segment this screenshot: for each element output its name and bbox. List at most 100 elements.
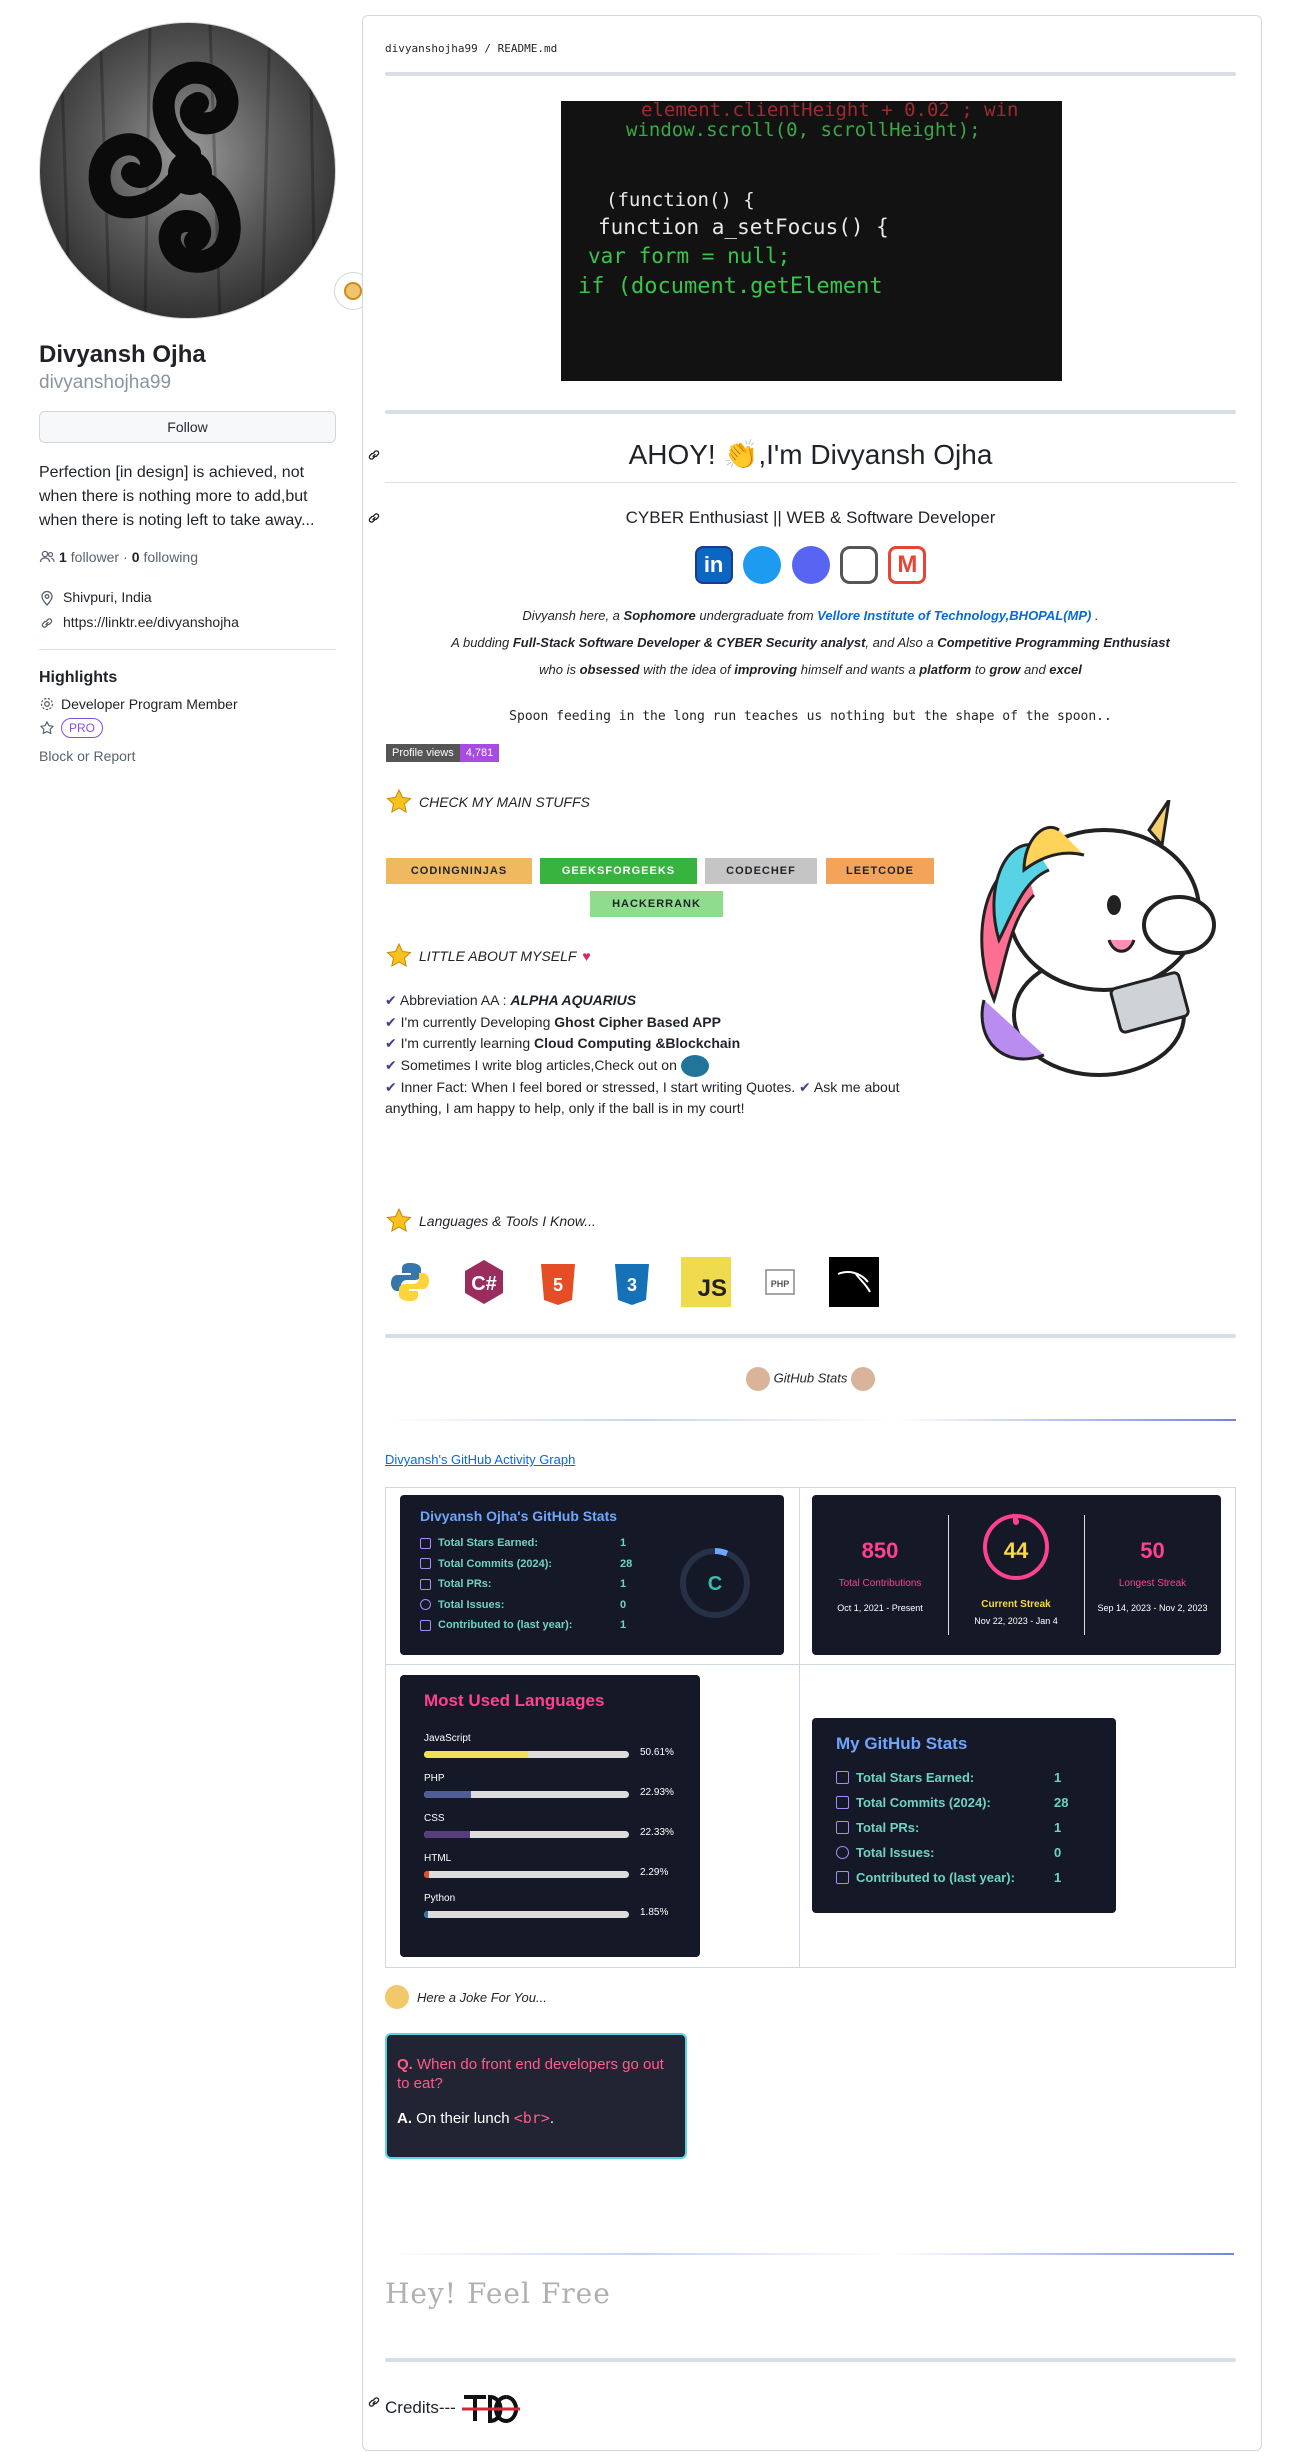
stat-row: Total PRs: 1: [836, 1820, 1106, 1835]
stat-row: Contributed to (last year): 1: [836, 1870, 1106, 1885]
code-line: (function() {: [606, 189, 755, 211]
location-icon: [41, 590, 53, 606]
discord-icon[interactable]: [791, 546, 830, 584]
stat-icon: [420, 1537, 431, 1549]
language-name: PHP: [424, 1773, 445, 1784]
breadcrumb-file[interactable]: README.md: [498, 42, 558, 55]
language-bar-fill: [424, 1831, 470, 1838]
vit-link[interactable]: Vellore Institute of Technology,BHOPAL(M…: [817, 608, 1091, 623]
stat-label: Total Stars Earned:: [856, 1770, 975, 1785]
code-line: element.clientHeight + 0.02 ; win: [641, 101, 1019, 121]
php-icon: PHP: [755, 1257, 805, 1307]
followers-count[interactable]: 1: [59, 549, 67, 565]
following-count[interactable]: 0: [132, 549, 140, 565]
stat-label: Total PRs:: [438, 1578, 492, 1590]
main-stuffs-heading: CHECK MY MAIN STUFFS: [385, 788, 590, 816]
language-bar-fill: [424, 1871, 429, 1878]
list-item: ✔ I'm currently Developing Ghost Cipher …: [385, 1013, 721, 1030]
stat-icon: [836, 1846, 849, 1859]
language-name: Python: [424, 1893, 456, 1904]
gradient-divider: [385, 2253, 1234, 2255]
language-bar-fill: [424, 1911, 429, 1918]
css-icon: 3: [607, 1257, 657, 1307]
my-github-stats-card[interactable]: My GitHub Stats Total Stars Earned: 1 Tota…: [812, 1718, 1116, 1913]
stat-value: 1: [620, 1578, 627, 1590]
stat-icon: [420, 1599, 431, 1610]
language-bar-track: [424, 1831, 629, 1838]
codingninjas-badge[interactable]: CODINGNINJAS: [386, 858, 532, 884]
intro-text: Divyansh here, a Sophomore undergraduate…: [385, 602, 1236, 683]
code-banner-image: element.clientHeight + 0.02 ; win window…: [561, 101, 1062, 381]
heart-icon: ♥: [582, 948, 591, 964]
longest-streak: 50: [1140, 1538, 1165, 1563]
credits-logo: [461, 2394, 520, 2424]
highlights-title: Highlights: [39, 669, 118, 686]
svg-text:PHP: PHP: [771, 1279, 790, 1289]
block-report-link[interactable]: Block or Report: [39, 748, 336, 764]
highlight-pro[interactable]: PRO: [39, 718, 336, 738]
star-face-icon: [386, 1207, 412, 1232]
gmail-icon[interactable]: M: [888, 546, 927, 584]
stat-row: Contributed to (last year): 1: [420, 1619, 680, 1631]
hackerrank-badge[interactable]: HACKERRANK: [590, 891, 723, 917]
link-icon: [41, 617, 53, 628]
location-row: Shivpuri, India: [39, 585, 336, 610]
html-icon: 5: [533, 1257, 583, 1307]
stats-card-title: Divyansh Ojha's GitHub Stats: [420, 1508, 618, 1524]
anchor-link-icon[interactable]: [366, 2394, 382, 2410]
current-streak: 44: [1003, 1538, 1029, 1563]
breadcrumb-user[interactable]: divyanshojha99: [385, 42, 478, 55]
stat-value: 28: [620, 1557, 633, 1570]
followers-label[interactable]: follower: [71, 549, 119, 565]
website-link[interactable]: https://linktr.ee/divyanshojha: [63, 610, 239, 635]
python-icon: [385, 1257, 435, 1307]
language-percent: 2.29%: [640, 1867, 669, 1878]
hey-feel-free-text: Hey! Feel Free: [385, 2277, 611, 2310]
follow-button[interactable]: Follow: [39, 411, 336, 443]
stat-value: 1: [1054, 1770, 1062, 1785]
linkedin-icon[interactable]: in: [694, 546, 733, 584]
profile-sidebar: Divyansh Ojha divyanshojha99 Follow Perf…: [39, 22, 372, 764]
gear-icon: [40, 697, 54, 711]
instagram-icon[interactable]: [839, 546, 878, 584]
language-bar-track: [424, 1751, 629, 1758]
list-item: ✔ I'm currently learning Cloud Computing…: [385, 1035, 741, 1051]
language-name: HTML: [424, 1853, 452, 1864]
code-line: var form = null;: [588, 244, 791, 268]
highlight-developer[interactable]: Developer Program Member: [39, 696, 336, 712]
streak-stats-card[interactable]: 850 Total Contributions Oct 1, 2021 - Pr…: [812, 1495, 1221, 1655]
language-percent: 22.33%: [640, 1827, 674, 1838]
wordpress-icon[interactable]: [680, 1054, 709, 1077]
about-list: ✔ Abbreviation AA : ALPHA AQUARIUS ✔ I'm…: [385, 990, 925, 1120]
language-name: JavaScript: [424, 1733, 471, 1744]
anchor-link-icon[interactable]: [366, 447, 382, 463]
stat-value: 0: [1054, 1845, 1062, 1860]
language-bar-track: [424, 1911, 629, 1918]
stat-value: 1: [620, 1537, 627, 1549]
stat-label: Total Commits (2024):: [856, 1795, 991, 1810]
code-line: window.scroll(0, scrollHeight);: [626, 119, 981, 141]
stat-label: Total PRs:: [856, 1820, 920, 1835]
quote-text: Spoon feeding in the long run teaches us…: [509, 709, 1112, 724]
following-label[interactable]: following: [144, 549, 198, 565]
anchor-link-icon[interactable]: [366, 510, 382, 526]
highlight-developer-label: Developer Program Member: [61, 696, 238, 712]
github-stats-card[interactable]: Divyansh Ojha's GitHub Stats Total Stars…: [400, 1495, 784, 1655]
avatar[interactable]: [39, 22, 336, 319]
geeksforgeeks-badge[interactable]: GEEKSFORGEEKS: [540, 858, 697, 884]
readme-subheading: CYBER Enthusiast || WEB & Software Devel…: [625, 508, 996, 527]
profile-views-badge: Profile views 4,781: [386, 744, 500, 762]
stat-label: Total Stars Earned:: [438, 1537, 539, 1549]
leetcode-badge[interactable]: LEETCODE: [826, 858, 934, 884]
javascript-icon: JS: [681, 1257, 731, 1307]
stat-icon: [836, 1771, 849, 1784]
stat-icon: [836, 1821, 849, 1834]
grade-ring: C: [680, 1548, 750, 1618]
twitter-icon[interactable]: [743, 546, 782, 584]
most-used-languages-card[interactable]: Most Used Languages JavaScript 50.61% PHP 2…: [400, 1675, 700, 1957]
gradient-divider: [385, 1419, 1236, 1421]
breadcrumb: divyanshojha99 / README.md: [385, 42, 557, 55]
codechef-badge[interactable]: CODECHEF: [705, 858, 817, 884]
octocat-icon: [850, 1367, 875, 1391]
activity-graph-link[interactable]: Divyansh's GitHub Activity Graph: [385, 1452, 575, 1467]
